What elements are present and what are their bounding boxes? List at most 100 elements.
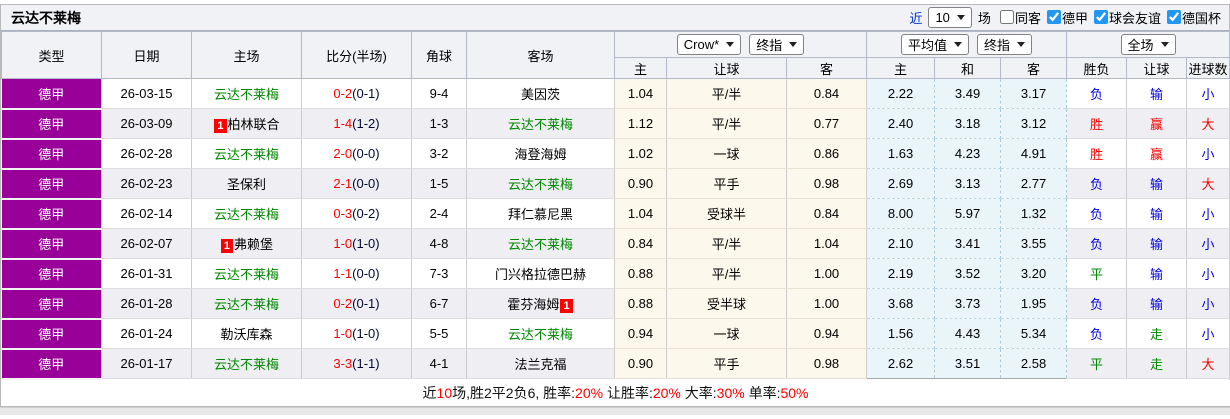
corner-cell: 7-3 (411, 258, 467, 289)
average-select[interactable]: 平均值 (901, 34, 970, 55)
summary-segment: 场,胜2平2负6, 胜率: (452, 384, 576, 401)
avg-away-cell: 2.58 (1000, 348, 1068, 379)
team-name: 法兰克福 (514, 357, 567, 372)
score-cell: 1-0(1-0) (301, 228, 412, 259)
avg-home-cell: 3.68 (866, 288, 936, 319)
checkbox-input[interactable] (999, 10, 1014, 25)
filter-checkbox-同客[interactable]: 同客 (994, 8, 1041, 27)
result-outcome-cell: 负 (1066, 288, 1128, 319)
avg-away-cell: 2.77 (1000, 168, 1068, 199)
odds-home-cell: 0.88 (614, 288, 667, 319)
average-stage-select[interactable]: 终指 (977, 34, 1033, 55)
checkbox-input[interactable] (1046, 10, 1061, 25)
odds-line-cell: 平/半 (666, 78, 787, 109)
table-row: 德甲 26-02-14 云达不莱梅 0-3(0-2) 2-4 拜仁慕尼黑 1.0… (1, 198, 1230, 230)
away-team-cell: 云达不莱梅 (466, 108, 615, 139)
home-team-cell: 云达不莱梅 (191, 138, 302, 169)
filter-checkbox-球会友谊[interactable]: 球会友谊 (1088, 8, 1161, 27)
avg-draw-cell: 4.23 (934, 138, 1002, 169)
result-goals-cell: 小 (1186, 228, 1230, 259)
league-cell: 德甲 (1, 348, 102, 380)
odds-line-cell: 平手 (666, 168, 787, 199)
odds-line-cell: 受球半 (666, 198, 787, 229)
score-cell: 2-1(0-0) (301, 168, 412, 199)
odds-away-cell: 0.84 (786, 198, 868, 229)
league-cell: 德甲 (1, 198, 102, 230)
avg-draw-cell: 3.52 (934, 258, 1002, 289)
date-cell: 26-01-17 (101, 348, 192, 379)
match-history-widget: 云达不莱梅 近 10 场 同客 德甲 球会友谊 德国杯 类型 日期 主场 比分(… (0, 4, 1230, 415)
col-header-odds-line: 让球 (666, 57, 787, 79)
odds-home-cell: 1.12 (614, 108, 667, 139)
league-filter-group: 同客 德甲 球会友谊 德国杯 (994, 8, 1221, 28)
odds-line-cell: 受半球 (666, 288, 787, 319)
average-stage-value: 终指 (984, 38, 1011, 53)
away-team-cell: 拜仁慕尼黑 (466, 198, 615, 229)
home-team-cell: 云达不莱梅 (191, 348, 302, 379)
corner-cell: 9-4 (411, 78, 467, 109)
scope-select[interactable]: 全场 (1120, 34, 1176, 55)
score-cell: 1-4(1-2) (301, 108, 412, 139)
home-team-cell: 云达不莱梅 (191, 78, 302, 109)
odds-home-cell: 1.04 (614, 198, 667, 229)
score-cell: 0-2(0-1) (301, 288, 412, 319)
fulltime-score: 1-0 (333, 236, 353, 251)
result-handicap-cell: 输 (1126, 258, 1188, 289)
col-header-avg-draw: 和 (934, 57, 1002, 79)
halftime-score: (1-0) (352, 236, 380, 251)
col-header-corner: 角球 (411, 31, 467, 79)
team-name: 云达不莱梅 (213, 147, 279, 162)
col-header-score: 比分(半场) (301, 31, 412, 79)
result-handicap-cell: 输 (1126, 228, 1188, 259)
corner-cell: 3-2 (411, 138, 467, 169)
avg-home-cell: 8.00 (866, 198, 936, 229)
bookmaker-stage-select[interactable]: 终指 (749, 34, 805, 55)
checkbox-label: 德国杯 (1181, 10, 1221, 26)
col-header-result-outcome: 胜负 (1066, 57, 1128, 79)
odds-away-cell: 1.04 (786, 228, 868, 259)
result-goals-cell: 小 (1186, 318, 1230, 349)
match-table-body: 德甲 26-03-15 云达不莱梅 0-2(0-1) 9-4 美因茨 1.04 … (1, 78, 1230, 380)
average-select-cell: 平均值 终指 (866, 31, 1068, 58)
odds-away-cell: 0.84 (786, 78, 868, 109)
bookmaker-select[interactable]: Crow* (676, 34, 742, 55)
team-name: 霍芬海姆 (507, 297, 560, 312)
fulltime-score: 2-1 (333, 176, 353, 191)
team-name: 弗赖堡 (234, 237, 274, 252)
col-header-away: 客场 (466, 31, 615, 79)
bookmaker-stage-value: 终指 (756, 38, 783, 53)
table-row: 德甲 26-02-23 圣保利 2-1(0-0) 1-5 云达不莱梅 0.90 … (1, 168, 1230, 200)
result-goals-cell: 小 (1186, 258, 1230, 289)
team-name: 云达不莱梅 (213, 87, 279, 102)
checkbox-input[interactable] (1166, 10, 1181, 25)
fulltime-score: 1-1 (333, 266, 353, 281)
halftime-score: (0-0) (352, 146, 380, 161)
page-title: 云达不莱梅 (11, 9, 81, 26)
result-goals-cell: 大 (1186, 348, 1230, 379)
checkbox-input[interactable] (1093, 10, 1108, 25)
team-name: 海登海姆 (514, 147, 567, 162)
checkbox-label: 德甲 (1061, 10, 1088, 26)
col-header-odds-home: 主 (614, 57, 667, 79)
col-header-date: 日期 (101, 31, 192, 79)
odds-away-cell: 1.00 (786, 288, 868, 319)
filter-checkbox-德国杯[interactable]: 德国杯 (1161, 8, 1221, 27)
result-handicap-cell: 走 (1126, 318, 1188, 349)
odds-away-cell: 0.98 (786, 348, 868, 379)
avg-away-cell: 3.55 (1000, 228, 1068, 259)
result-outcome-cell: 负 (1066, 168, 1128, 199)
odds-away-cell: 0.94 (786, 318, 868, 349)
chevron-down-icon (789, 42, 798, 47)
team-name: 圣保利 (226, 177, 266, 192)
team-name: 门兴格拉德巴赫 (494, 267, 586, 282)
avg-away-cell: 3.17 (1000, 78, 1068, 109)
filter-checkbox-德甲[interactable]: 德甲 (1041, 8, 1088, 27)
scope-select-value: 全场 (1127, 38, 1154, 53)
table-row: 德甲 26-03-15 云达不莱梅 0-2(0-1) 9-4 美因茨 1.04 … (1, 78, 1230, 110)
away-team-cell: 云达不莱梅 (466, 318, 615, 349)
date-cell: 26-01-28 (101, 288, 192, 319)
team-name: 云达不莱梅 (213, 267, 279, 282)
match-count-select[interactable]: 10 (928, 7, 972, 28)
odds-home-cell: 0.90 (614, 348, 667, 379)
date-cell: 26-03-15 (101, 78, 192, 109)
